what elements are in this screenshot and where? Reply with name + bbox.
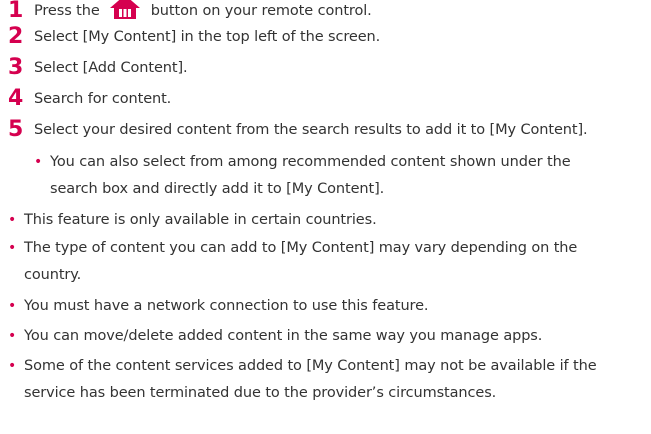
bullet-dot: • xyxy=(8,358,17,374)
step-number: 5 xyxy=(8,117,24,142)
note-item: • You can move/delete added content in t… xyxy=(8,321,542,351)
note-text: This feature is only available in certai… xyxy=(24,212,377,228)
step-number: 4 xyxy=(8,86,24,111)
note-item: • The type of content you can add to [My… xyxy=(8,235,577,288)
step-5: 5 Select your desired content from the s… xyxy=(8,115,588,145)
step-2: 2 Select [My Content] in the top left of… xyxy=(8,22,380,52)
instruction-page: 1 Press the button on your remote contro… xyxy=(0,0,651,434)
step-number: 3 xyxy=(8,55,24,80)
bullet-dot: • xyxy=(8,240,17,256)
bullet-dot: • xyxy=(34,154,43,170)
note-text: service has been terminated due to the p… xyxy=(24,384,497,401)
note-text: You must have a network connection to us… xyxy=(24,298,429,314)
step-text: Select [Add Content]. xyxy=(34,60,188,76)
step-text: Select [My Content] in the top left of t… xyxy=(34,29,381,45)
note-text: country. xyxy=(24,266,82,283)
note-text: Some of the content services added to [M… xyxy=(24,358,597,374)
step-text: Search for content. xyxy=(34,91,172,107)
home-icon xyxy=(109,0,141,20)
note-text: The type of content you can add to [My C… xyxy=(24,240,578,256)
step-text-after: button on your remote control. xyxy=(150,3,372,19)
step-3: 3 Select [Add Content]. xyxy=(8,53,188,83)
note-item: • This feature is only available in cert… xyxy=(8,205,377,235)
note-text: You can move/delete added content in the… xyxy=(24,328,543,344)
step-number: 2 xyxy=(8,24,24,49)
bullet-dot: • xyxy=(8,212,17,228)
note-item: • Some of the content services added to … xyxy=(8,353,597,406)
sub-note: • You can also select from among recomme… xyxy=(34,149,571,202)
sub-note-line: You can also select from among recommend… xyxy=(50,154,571,170)
step-text-before: Press the xyxy=(34,3,100,19)
bullet-dot: • xyxy=(8,328,17,344)
sub-note-line: search box and directly add it to [My Co… xyxy=(50,180,385,197)
step-text: Select your desired content from the sea… xyxy=(34,122,588,138)
bullet-dot: • xyxy=(8,298,17,314)
step-4: 4 Search for content. xyxy=(8,84,171,114)
note-item: • You must have a network connection to … xyxy=(8,291,429,321)
